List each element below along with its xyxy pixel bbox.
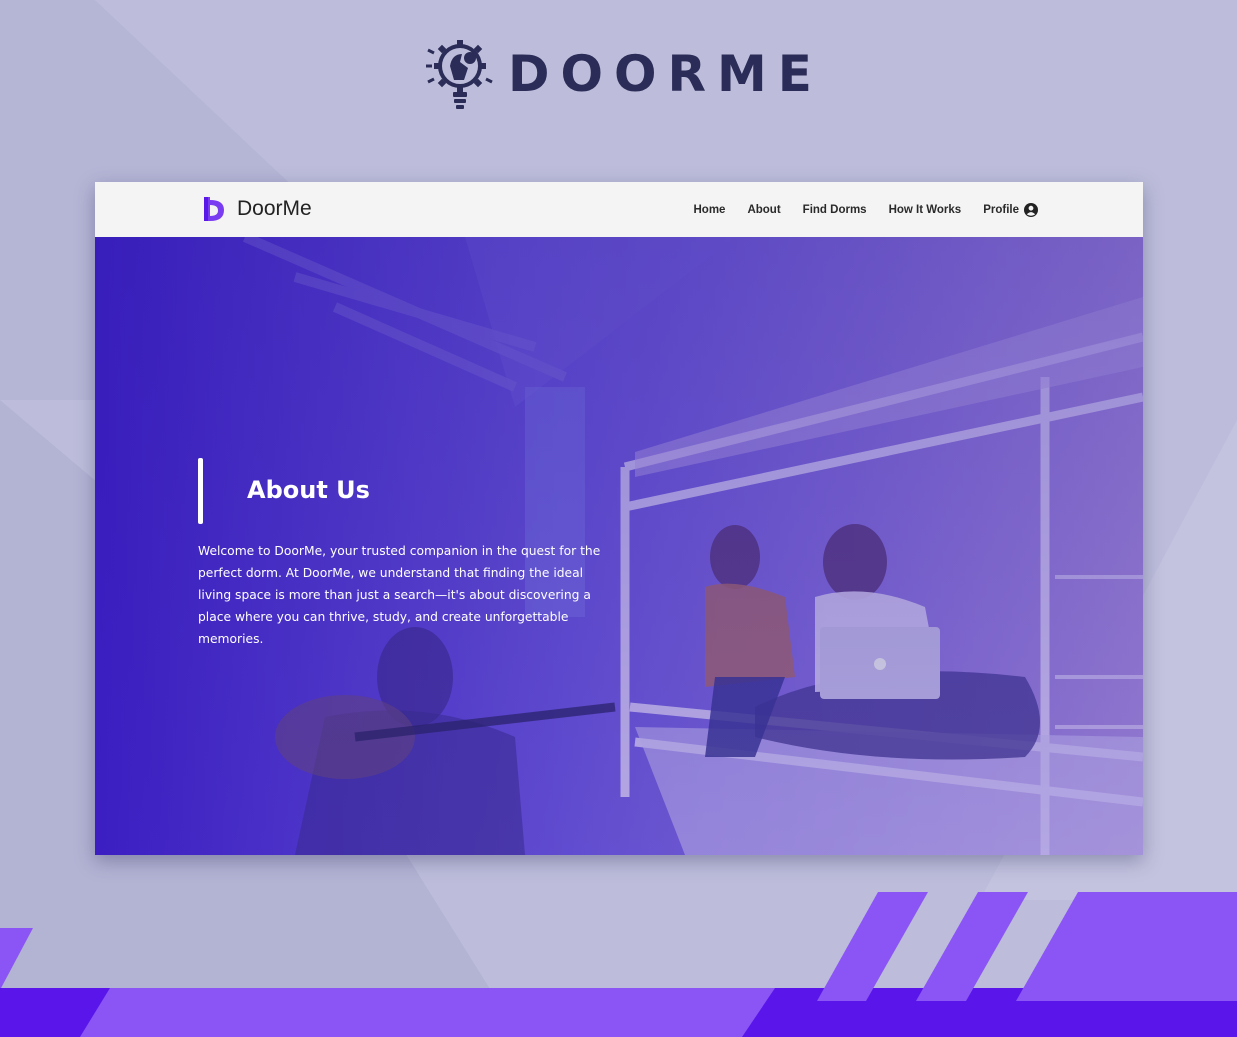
logo-text: DoorMe xyxy=(237,197,312,220)
hero-section: About Us Welcome to DoorMe, your trusted… xyxy=(95,237,1143,855)
nav-about-link[interactable]: About xyxy=(747,204,780,216)
brand-wordmark: DOORME xyxy=(508,45,823,103)
door-logo-icon xyxy=(204,197,224,221)
navbar: DoorMe Home About Find Dorms How It Work… xyxy=(95,182,1143,237)
user-circle-icon xyxy=(1024,202,1038,217)
about-description: Welcome to DoorMe, your trusted companio… xyxy=(198,544,601,646)
nav-links: Home About Find Dorms How It Works Profi… xyxy=(694,182,1038,237)
nav-home-link[interactable]: Home xyxy=(694,204,726,216)
nav-profile-link[interactable]: Profile xyxy=(983,202,1038,217)
site-logo[interactable]: DoorMe xyxy=(201,195,312,223)
nav-find-dorms-link[interactable]: Find Dorms xyxy=(803,204,867,216)
website-mockup: DoorMe Home About Find Dorms How It Work… xyxy=(95,182,1143,855)
brand-header: DOORME xyxy=(424,36,823,112)
gear-bulb-icon xyxy=(426,40,493,109)
about-heading: About Us xyxy=(247,476,370,504)
title-accent-bar xyxy=(198,458,203,524)
showcase-canvas: DOORME DoorMe Home About Find Dorms How … xyxy=(0,0,1237,1037)
profile-label: Profile xyxy=(983,203,1019,216)
nav-how-it-works-link[interactable]: How It Works xyxy=(889,204,962,216)
